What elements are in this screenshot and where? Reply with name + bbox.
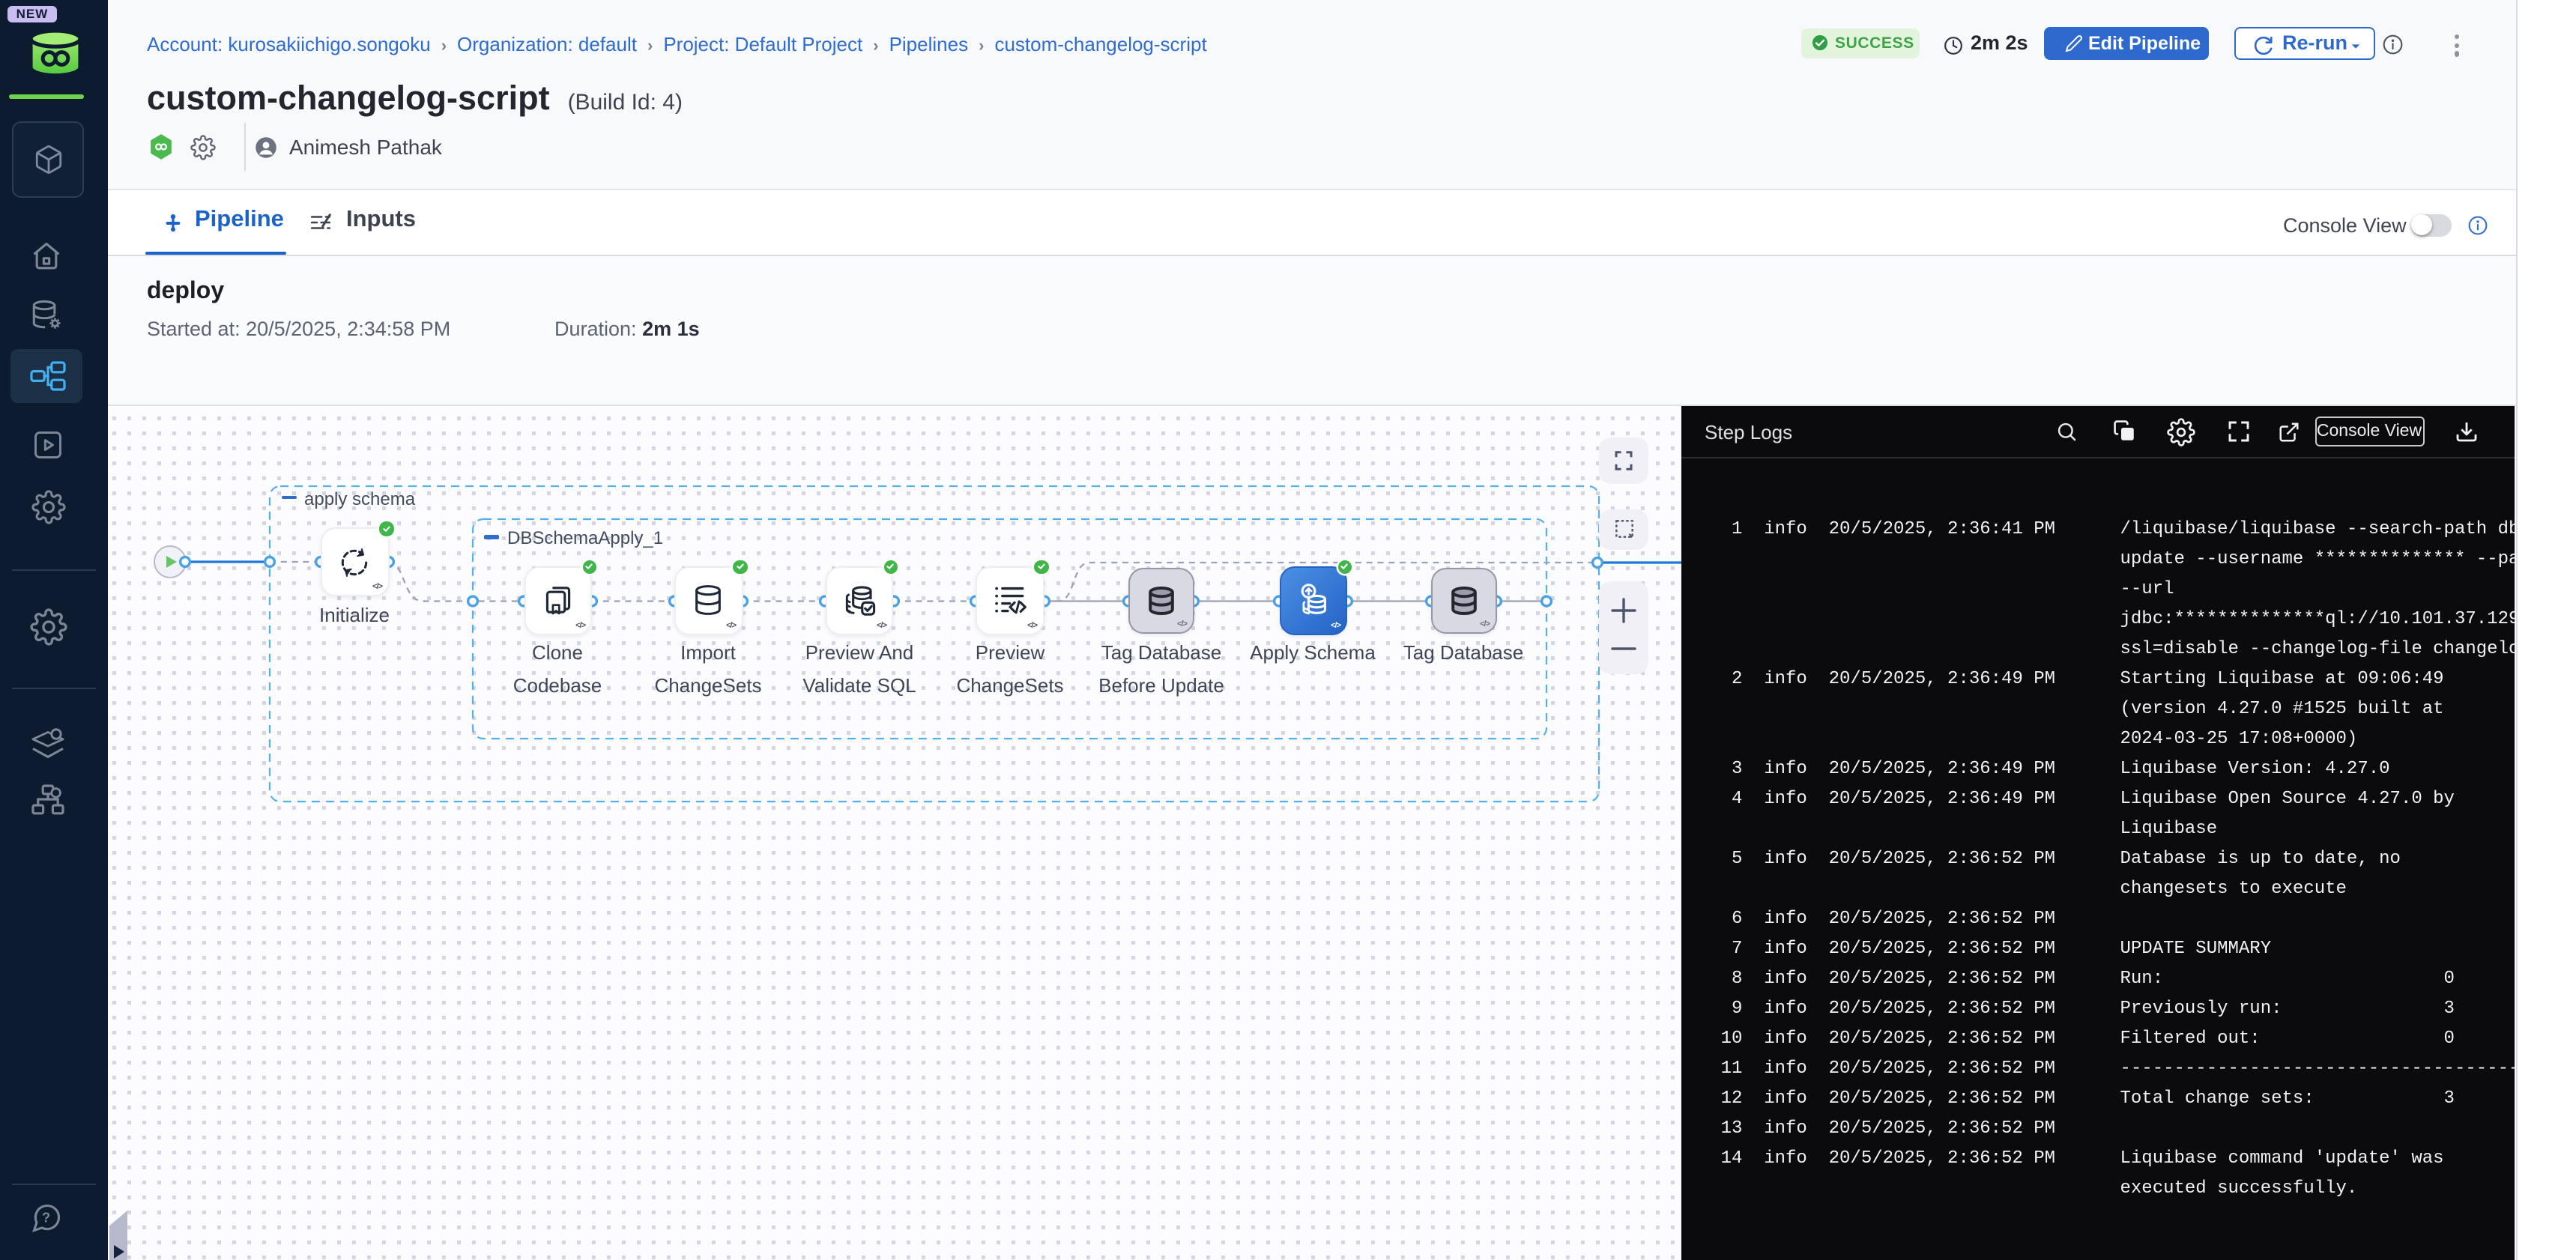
svg-text:?: ? [42,1210,50,1226]
